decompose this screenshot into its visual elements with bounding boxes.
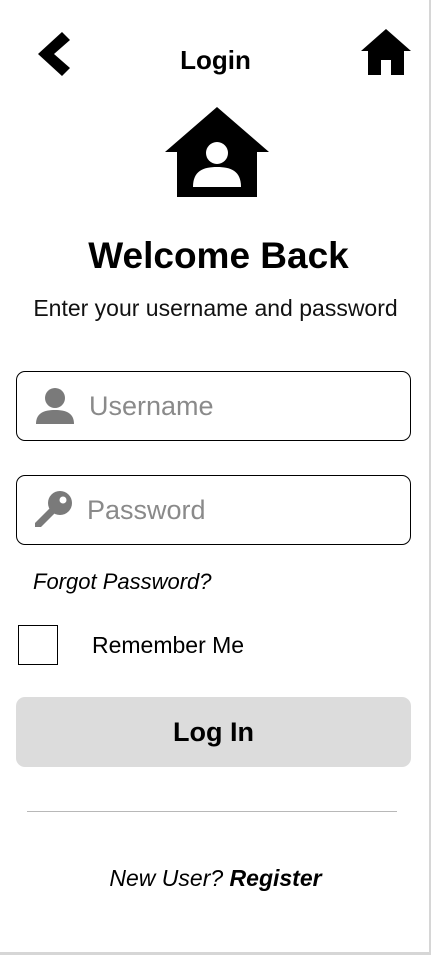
home-button[interactable] <box>358 26 414 78</box>
user-icon <box>33 384 77 428</box>
login-screen: Login Welcome Back Enter your username a… <box>0 0 431 955</box>
home-icon <box>361 29 411 75</box>
username-field[interactable] <box>16 371 411 441</box>
username-input[interactable] <box>89 384 389 428</box>
new-user-text: New User? <box>109 865 224 891</box>
password-field[interactable] <box>16 475 411 545</box>
register-prompt: New User? Register <box>0 864 431 892</box>
remember-me-checkbox[interactable] <box>18 625 58 665</box>
forgot-password-link[interactable]: Forgot Password? <box>33 568 212 596</box>
remember-me-label[interactable]: Remember Me <box>92 631 244 659</box>
register-link[interactable]: Register <box>230 865 322 891</box>
divider <box>27 811 397 812</box>
key-icon <box>31 488 75 532</box>
home-user-icon <box>163 105 271 199</box>
login-button[interactable]: Log In <box>16 697 411 767</box>
password-input[interactable] <box>87 488 387 532</box>
login-button-label: Log In <box>173 716 254 747</box>
welcome-subtitle: Enter your username and password <box>33 295 398 321</box>
welcome-title: Welcome Back <box>88 235 349 276</box>
